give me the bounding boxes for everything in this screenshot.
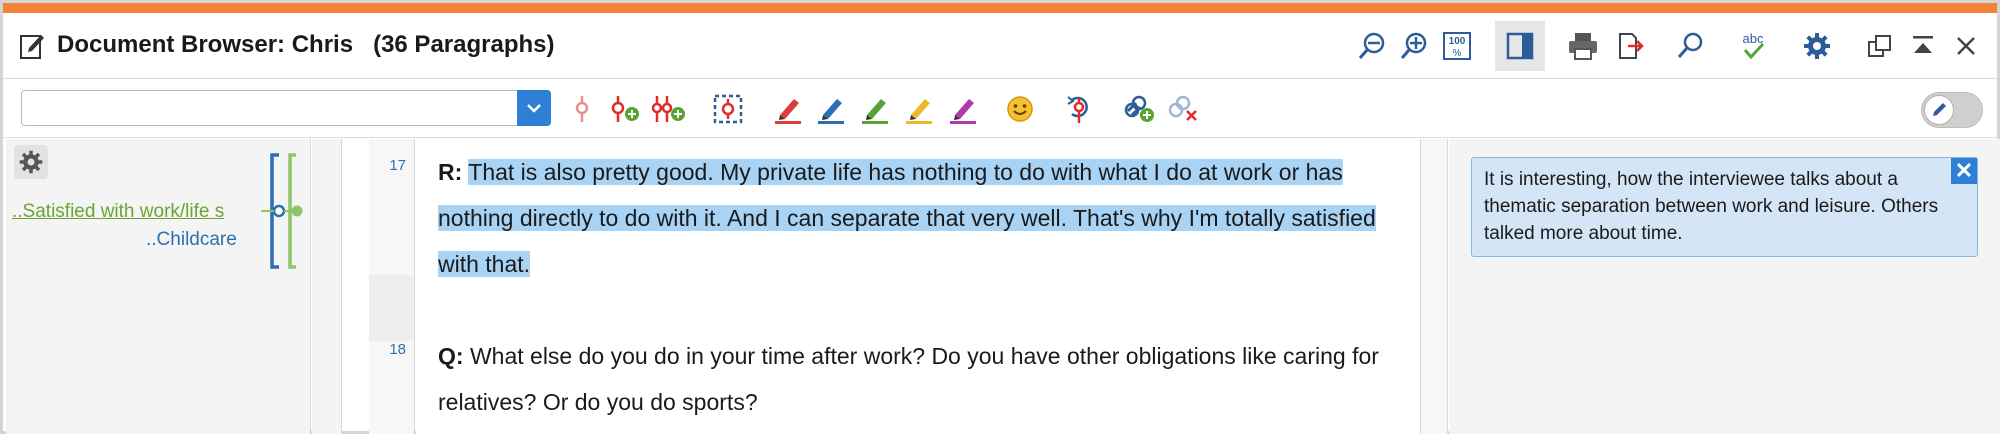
remove-link-icon	[1168, 95, 1197, 121]
selection-code-button[interactable]	[708, 89, 748, 129]
svg-text:100: 100	[1449, 36, 1466, 47]
svg-text:%: %	[1453, 48, 1462, 59]
document-text-area[interactable]: R: That is also pretty good. My private …	[416, 139, 1420, 434]
add-codes-button[interactable]	[649, 89, 689, 129]
paragraph-17[interactable]: R: That is also pretty good. My private …	[438, 149, 1408, 287]
collapse-icon	[1913, 36, 1933, 53]
code-toolbar	[3, 80, 1997, 138]
add-code-icon	[611, 96, 639, 122]
paragraph-text: What else do you do in your time after w…	[438, 343, 1379, 415]
close-window-button[interactable]	[1941, 21, 1991, 71]
export-icon	[1619, 33, 1644, 59]
code-stripes	[261, 153, 303, 269]
add-code-button[interactable]	[605, 89, 645, 129]
print-button[interactable]	[1558, 21, 1608, 71]
highlighter-purple-button[interactable]	[943, 89, 983, 129]
zoom-100-button[interactable]: 100%	[1432, 21, 1482, 71]
edit-mode-toggle[interactable]	[1921, 92, 1983, 128]
highlighter-green-button[interactable]	[855, 89, 895, 129]
highlighter-red-button[interactable]	[768, 89, 808, 129]
zoom-100-icon: 100%	[1443, 32, 1471, 60]
emoticode-button[interactable]	[1000, 89, 1040, 129]
speaker-label: Q:	[438, 343, 464, 369]
document-browser-window: Document Browser: Chris (36 Paragraphs) …	[0, 0, 2000, 434]
add-codes-icon	[651, 96, 685, 122]
add-link-button[interactable]	[1119, 89, 1159, 129]
paragraph-18[interactable]: Q: What else do you do in your time afte…	[438, 333, 1408, 425]
code-margin-settings-button[interactable]	[14, 145, 48, 179]
undo-code-icon	[1067, 96, 1088, 123]
code-label-childcare[interactable]: ..Childcare	[146, 229, 237, 251]
window-title-main: Document Browser: Chris	[57, 31, 354, 58]
sidebar-toggle-icon	[1506, 32, 1534, 60]
window-title: Document Browser: Chris (36 Paragraphs)	[57, 31, 554, 59]
code-margin: ..Satisfied with work/life s ..Childcare	[6, 139, 311, 434]
gear-icon	[1804, 33, 1830, 59]
print-icon	[1569, 33, 1597, 60]
paragraph-number: 17	[389, 157, 406, 174]
code-combobox[interactable]	[21, 90, 551, 126]
code-pin-button[interactable]	[562, 89, 602, 129]
code-label-satisfied[interactable]: ..Satisfied with work/life s	[12, 201, 269, 223]
edit-mode-toggle-knob	[1924, 95, 1954, 125]
undock-window-icon	[1868, 35, 1891, 57]
code-pin-icon	[575, 96, 589, 122]
speaker-label: R:	[438, 159, 463, 185]
highlighter-blue-button[interactable]	[811, 89, 851, 129]
selection-code-icon	[713, 94, 743, 124]
search-button[interactable]	[1665, 21, 1715, 71]
paragraph-gap	[369, 275, 414, 341]
code-combo-input[interactable]	[22, 91, 518, 125]
memo-close-button[interactable]: ✕	[1951, 158, 1977, 184]
memo-margin	[312, 139, 342, 434]
remove-link-button[interactable]	[1163, 89, 1203, 129]
title-bar: Document Browser: Chris (36 Paragraphs) …	[3, 13, 1997, 79]
highlighter-yellow-icon	[906, 99, 932, 124]
close-icon	[1957, 37, 1975, 55]
paragraph-number: 18	[389, 341, 406, 358]
spellcheck-button[interactable]: abc	[1728, 21, 1778, 71]
memo-note[interactable]: It is interesting, how the interviewee t…	[1471, 157, 1978, 257]
search-icon	[1677, 32, 1703, 58]
window-title-count: (36 Paragraphs)	[373, 31, 555, 58]
emoticode-smiley-icon	[1007, 96, 1033, 122]
settings-button[interactable]	[1792, 21, 1842, 71]
vertical-scrollbar[interactable]	[1420, 139, 1448, 434]
memo-text: It is interesting, how the interviewee t…	[1484, 169, 1939, 244]
zoom-in-icon	[1400, 32, 1427, 59]
svg-text:abc: abc	[1743, 31, 1764, 46]
paragraph-number-column: 17 18	[369, 139, 415, 434]
pencil-icon	[1933, 103, 1946, 116]
window-accent-bar	[3, 3, 1997, 13]
add-link-icon	[1124, 95, 1154, 122]
chevron-down-icon	[527, 104, 541, 113]
highlighter-yellow-button[interactable]	[899, 89, 939, 129]
code-combo-dropdown-button[interactable]	[517, 90, 551, 126]
highlighter-red-icon	[775, 99, 801, 124]
coded-segment-highlight[interactable]: That is also pretty good. My private lif…	[438, 159, 1376, 277]
document-edit-icon	[20, 35, 44, 59]
spellcheck-icon: abc	[1743, 31, 1765, 60]
gear-icon	[19, 150, 43, 174]
memo-pane: It is interesting, how the interviewee t…	[1449, 139, 2000, 434]
highlighter-blue-icon	[818, 99, 844, 124]
undo-code-button[interactable]	[1059, 89, 1099, 129]
highlighter-green-icon	[862, 99, 888, 124]
export-button[interactable]	[1604, 21, 1654, 71]
sidebar-toggle-button[interactable]	[1495, 21, 1545, 71]
highlighter-purple-icon	[950, 99, 976, 124]
zoom-out-icon	[1358, 32, 1385, 59]
